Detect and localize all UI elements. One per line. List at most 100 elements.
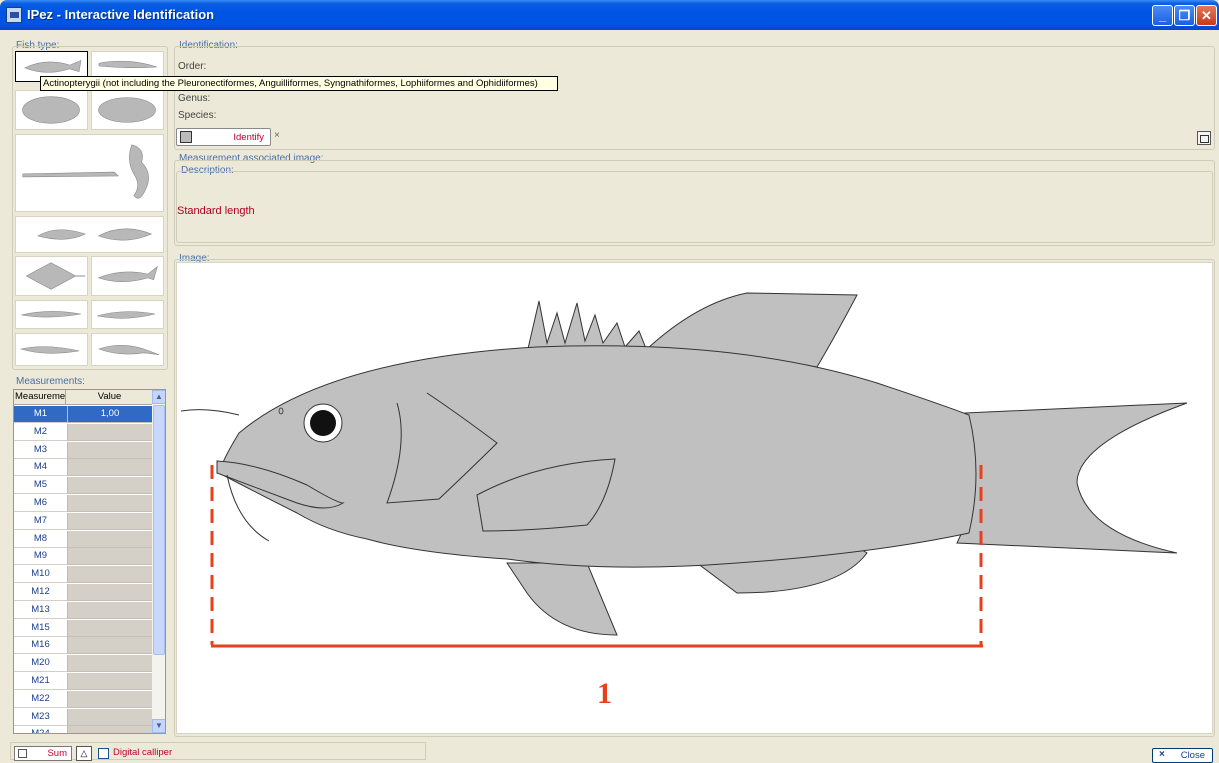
fish-diagram: 1 xyxy=(180,292,1188,710)
measurement-name-cell[interactable]: M2 xyxy=(14,423,67,441)
close-button[interactable]: × Close xyxy=(1152,748,1213,763)
close-window-button[interactable]: ✕ xyxy=(1196,5,1217,26)
fish-type-ray[interactable] xyxy=(15,256,88,296)
table-row[interactable]: M1 1,00 xyxy=(14,406,152,424)
measurement-value-cell[interactable] xyxy=(67,619,152,637)
measurement-value-cell[interactable] xyxy=(67,512,152,530)
dogfish-icon xyxy=(21,311,81,318)
cusk-eel-icon xyxy=(19,346,80,354)
measurement-value-cell[interactable] xyxy=(67,477,152,495)
measurement-name-cell[interactable]: M6 xyxy=(14,495,67,512)
flatfish-icon xyxy=(98,97,156,123)
measurement-name-cell[interactable]: M20 xyxy=(14,655,67,673)
measurement-name-cell[interactable]: M1 xyxy=(14,406,67,423)
measurement-name-cell[interactable]: M22 xyxy=(14,690,67,708)
measurement-name-cell[interactable]: M21 xyxy=(14,673,67,690)
measurement-value-cell[interactable] xyxy=(67,708,152,726)
table-row[interactable]: M23 xyxy=(14,708,152,727)
sum-button[interactable]: Sum xyxy=(14,746,72,761)
species-label: Species: xyxy=(178,110,217,121)
measurement-value-cell[interactable] xyxy=(67,566,152,584)
measurement-value-cell[interactable] xyxy=(67,548,152,566)
fish-type-sawshark[interactable] xyxy=(91,300,164,329)
measurement-value-cell[interactable] xyxy=(67,584,152,601)
external-window-button[interactable] xyxy=(1197,131,1211,145)
minimize-button[interactable]: _ xyxy=(1152,5,1173,26)
fish-type-shark[interactable] xyxy=(91,256,164,296)
measurement-name-cell[interactable]: M4 xyxy=(14,459,67,477)
measurement-name-cell[interactable]: M10 xyxy=(14,566,67,584)
table-row[interactable]: M24 xyxy=(14,726,152,733)
sum-checkbox[interactable] xyxy=(18,749,27,758)
identify-button[interactable]: Identify xyxy=(176,128,271,146)
scroll-thumb[interactable] xyxy=(153,405,165,655)
table-row[interactable]: M5 xyxy=(14,477,152,495)
table-scrollbar[interactable]: ▲ ▼ xyxy=(152,390,165,733)
fish-type-dogfish[interactable] xyxy=(15,300,88,329)
table-row[interactable]: M16 xyxy=(14,637,152,655)
column-header-value[interactable]: Value xyxy=(67,390,152,405)
measurement-value-cell[interactable] xyxy=(67,441,152,459)
measurement-value-cell[interactable] xyxy=(67,459,152,477)
measurement-value-cell[interactable] xyxy=(67,637,152,655)
fish-type-lophiiformes[interactable] xyxy=(15,216,164,253)
measurement-value-cell[interactable] xyxy=(67,423,152,441)
table-row[interactable]: M22 xyxy=(14,690,152,709)
measurement-value-cell[interactable] xyxy=(67,726,152,733)
fish-type-flatfish-left[interactable] xyxy=(15,90,88,130)
maximize-button[interactable]: ❐ xyxy=(1174,5,1195,26)
table-row[interactable]: M7 xyxy=(14,512,152,531)
table-row[interactable]: M4 xyxy=(14,459,152,477)
measurement-name-cell[interactable]: M24 xyxy=(14,726,67,733)
column-header-measurement[interactable]: Measuremen xyxy=(14,390,66,405)
table-row[interactable]: M9 xyxy=(14,548,152,566)
table-row[interactable]: M10 xyxy=(14,566,152,584)
clear-identification-icon[interactable]: × xyxy=(274,130,280,141)
measurement-name-cell[interactable]: M8 xyxy=(14,530,67,548)
table-row[interactable]: M6 xyxy=(14,495,152,513)
measurement-name-cell[interactable]: M7 xyxy=(14,512,67,530)
measurement-name-cell[interactable]: M15 xyxy=(14,619,67,637)
window-title: IPez - Interactive Identification xyxy=(27,7,215,22)
scroll-up-icon[interactable]: ▲ xyxy=(152,390,165,404)
description-panel xyxy=(176,171,1213,243)
fish-type-syngnathiformes[interactable] xyxy=(15,134,164,212)
flatfish-icon xyxy=(22,96,80,124)
table-row[interactable]: M13 xyxy=(14,601,152,620)
table-row[interactable]: M21 xyxy=(14,673,152,691)
measurement-value-cell[interactable] xyxy=(67,495,152,512)
chimaera-icon xyxy=(98,344,160,355)
measurement-name-cell[interactable]: M3 xyxy=(14,441,67,459)
measurement-name-cell[interactable]: M23 xyxy=(14,708,67,726)
table-row[interactable]: M3 xyxy=(14,441,152,460)
title-bar[interactable]: IPez - Interactive Identification _ ❐ ✕ xyxy=(0,0,1219,30)
measurement-name-cell[interactable]: M9 xyxy=(14,548,67,566)
table-row[interactable]: M2 xyxy=(14,423,152,442)
bottom-options-panel xyxy=(10,742,426,760)
scroll-down-icon[interactable]: ▼ xyxy=(152,719,165,733)
table-row[interactable]: M12 xyxy=(14,584,152,602)
measurement-value-cell[interactable] xyxy=(67,655,152,673)
measurements-table[interactable]: Measuremen Value M1 1,00 M2 M3 M4 M5 M6 M7 M8 M9 M… xyxy=(13,389,166,734)
measurement-name-cell[interactable]: M13 xyxy=(14,601,67,619)
table-row[interactable]: M20 xyxy=(14,655,152,673)
shark-icon xyxy=(97,265,158,282)
measurement-name-cell[interactable]: M5 xyxy=(14,477,67,495)
pipefish-seahorse-icon xyxy=(22,144,149,199)
measurement-value-cell[interactable] xyxy=(67,530,152,548)
triangle-icon[interactable]: △ xyxy=(76,746,92,761)
measurement-name-cell[interactable]: M16 xyxy=(14,637,67,655)
fish-type-ophidiiformes[interactable] xyxy=(15,333,88,366)
fish-type-flatfish-right[interactable] xyxy=(91,90,164,130)
digital-calliper-checkbox[interactable] xyxy=(98,748,109,759)
fish-type-chimaera[interactable] xyxy=(91,333,164,366)
measurement-value-cell[interactable]: 1,00 xyxy=(67,406,152,423)
table-row[interactable]: M8 xyxy=(14,530,152,549)
table-row[interactable]: M15 xyxy=(14,619,152,638)
measurement-value-cell[interactable] xyxy=(67,601,152,619)
measurement-value-cell[interactable] xyxy=(67,690,152,708)
measurement-name-cell[interactable]: M12 xyxy=(14,584,67,601)
close-button-label: Close xyxy=(1180,750,1205,761)
measurements-label: Measurements: xyxy=(16,376,85,387)
measurement-value-cell[interactable] xyxy=(67,673,152,690)
